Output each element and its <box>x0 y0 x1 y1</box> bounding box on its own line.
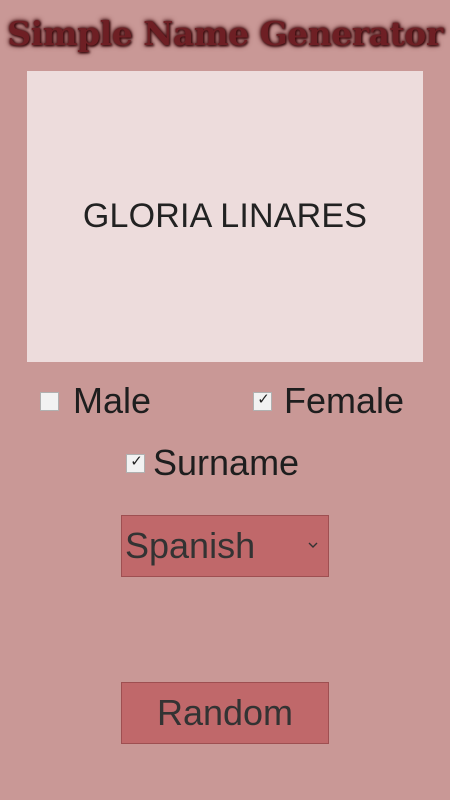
male-label[interactable]: Male <box>73 380 151 422</box>
generated-name-panel: GLORIA LINARES <box>27 71 423 362</box>
random-button-label: Random <box>156 692 294 733</box>
check-icon: ✓ <box>130 451 143 470</box>
female-checkbox[interactable]: ✓ <box>253 389 272 411</box>
generated-name: GLORIA LINARES <box>82 197 368 235</box>
male-checkbox[interactable] <box>40 390 59 411</box>
surname-label[interactable]: Surname <box>153 442 299 484</box>
surname-option[interactable]: ✓ Surname <box>126 442 299 484</box>
app-title: Simple Name Generator <box>7 14 443 53</box>
check-icon: ✓ <box>257 389 270 408</box>
female-option[interactable]: ✓ Female <box>253 380 404 422</box>
male-option[interactable]: Male <box>40 380 151 422</box>
chevron-down-icon <box>308 542 318 548</box>
language-dropdown[interactable]: Spanish <box>121 515 329 577</box>
language-selected: Spanish <box>125 525 256 566</box>
female-label[interactable]: Female <box>284 380 404 422</box>
surname-checkbox[interactable]: ✓ <box>126 451 145 473</box>
check-icon <box>42 390 59 409</box>
random-button[interactable]: Random <box>121 682 329 744</box>
